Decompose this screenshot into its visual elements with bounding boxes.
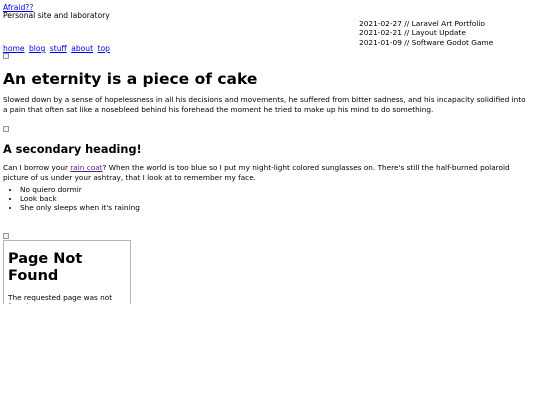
broken-image-icon [3, 126, 9, 132]
article-paragraph: Can I borrow your rain coat? When the wo… [3, 163, 531, 182]
broken-image-icon [3, 53, 9, 59]
article-intro: Slowed down by a sense of hopelessness i… [3, 95, 526, 115]
recent-posts-list: 2021-02-27 // Laravel Art Portfolio 2021… [359, 19, 493, 47]
frame-text: The requested page was not found. [8, 293, 113, 304]
nav-about-link[interactable]: about [71, 44, 93, 53]
secondary-heading: A secondary heading! [3, 143, 142, 156]
nav-home-link[interactable]: home [3, 44, 25, 53]
nav-stuff-link[interactable]: stuff [50, 44, 67, 53]
recent-post-item: 2021-02-21 // Layout Update [359, 28, 466, 38]
recent-post-item: 2021-02-27 // Laravel Art Portfolio [359, 19, 485, 28]
bullet-list: No quiero dormir Look back She only slee… [3, 185, 140, 212]
nav-top-link[interactable]: top [98, 44, 110, 53]
broken-image-icon [3, 233, 9, 239]
embedded-frame[interactable]: Page Not Found The requested page was no… [3, 240, 131, 304]
article-title: An eternity is a piece of cake [3, 70, 258, 88]
site-description: Personal site and laboratory [3, 11, 110, 20]
recent-post-item: 2021-01-09 // Software Godot Game [359, 37, 494, 47]
rain-coat-link[interactable]: rain coat [70, 163, 102, 172]
nav-blog-link[interactable]: blog [29, 44, 45, 53]
main-nav: home blog stuff about top [3, 44, 112, 54]
paragraph-text: Can I borrow your [3, 163, 71, 172]
list-item: Look back [20, 194, 140, 203]
list-item: She only sleeps when it's raining [20, 203, 140, 212]
frame-title: Page Not Found [8, 251, 83, 284]
list-item: No quiero dormir [20, 185, 140, 194]
